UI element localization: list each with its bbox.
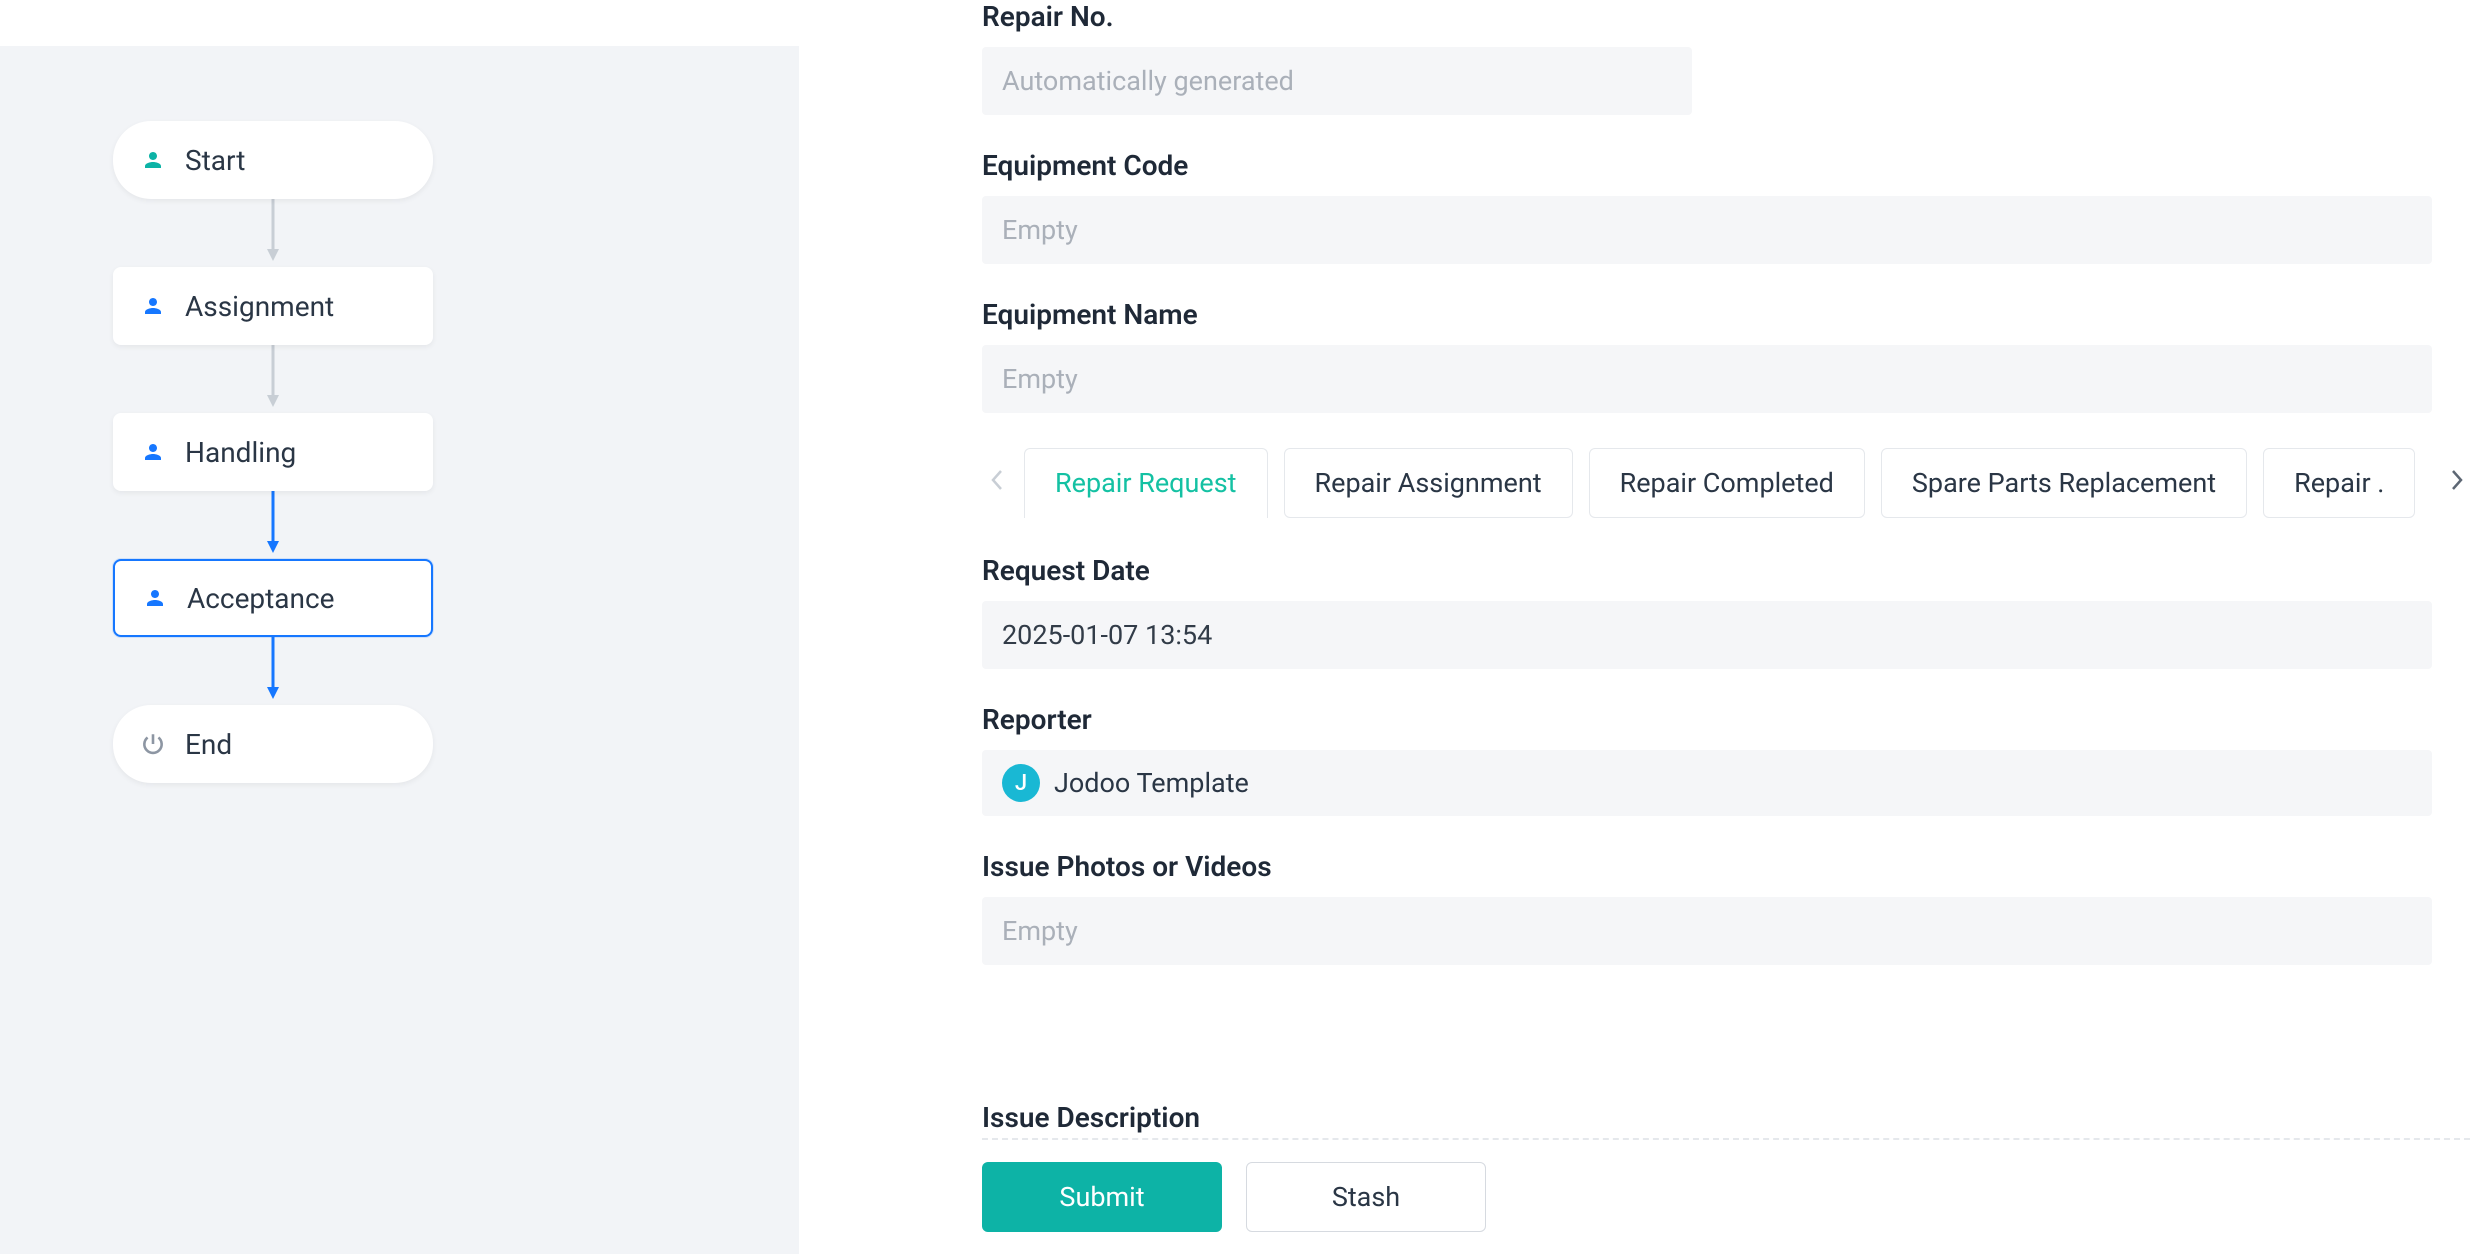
workflow-label: End [185, 728, 232, 761]
workflow-container: Start Assignment Handling [0, 46, 799, 783]
workflow-node-assignment[interactable]: Assignment [113, 267, 433, 345]
top-white-bar [0, 0, 799, 46]
action-bar: Submit Stash [982, 1138, 2470, 1254]
workflow-label: Handling [185, 436, 296, 469]
field-label: Issue Description [982, 1101, 1200, 1134]
power-icon [139, 730, 167, 758]
workflow-arrow [113, 637, 433, 705]
field-request-date: Request Date 2025-01-07 13:54 [982, 554, 2470, 669]
workflow-arrow [113, 345, 433, 413]
field-reporter: Reporter J Jodoo Template [982, 703, 2470, 816]
stash-button[interactable]: Stash [1246, 1162, 1486, 1232]
workflow-label: Acceptance [187, 582, 335, 615]
workflow-label: Assignment [185, 290, 334, 323]
person-icon [139, 438, 167, 466]
reporter-input[interactable]: J Jodoo Template [982, 750, 2432, 816]
workflow-arrow [113, 491, 433, 559]
workflow-node-start[interactable]: Start [113, 121, 433, 199]
workflow-node-handling[interactable]: Handling [113, 413, 433, 491]
reporter-name: Jodoo Template [1054, 767, 1249, 799]
tab-repair-completed[interactable]: Repair Completed [1589, 448, 1865, 518]
field-label: Request Date [982, 554, 2470, 587]
tab-repair-assignment[interactable]: Repair Assignment [1284, 448, 1573, 518]
field-label: Equipment Name [982, 298, 2470, 331]
workflow-label: Start [185, 144, 245, 177]
field-issue-photos: Issue Photos or Videos Empty [982, 850, 2470, 965]
equipment-name-input[interactable]: Empty [982, 345, 2432, 413]
submit-button[interactable]: Submit [982, 1162, 1222, 1232]
person-icon [141, 584, 169, 612]
tab-spare-parts-replacement[interactable]: Spare Parts Replacement [1881, 448, 2247, 518]
tab-repair-request[interactable]: Repair Request [1024, 448, 1268, 518]
tab-repair-more[interactable]: Repair . [2263, 448, 2415, 518]
person-icon [139, 292, 167, 320]
chevron-left-icon[interactable] [982, 468, 1012, 498]
form-panel: Repair No. Automatically generated Equip… [799, 0, 2470, 1254]
field-repair-no: Repair No. Automatically generated [982, 0, 2470, 115]
tabs-row: Repair Request Repair Assignment Repair … [1024, 448, 2442, 518]
avatar: J [1002, 764, 1040, 802]
field-label: Repair No. [982, 0, 2470, 33]
workflow-sidebar: Start Assignment Handling [0, 0, 799, 1254]
request-date-input[interactable]: 2025-01-07 13:54 [982, 601, 2432, 669]
field-label: Issue Photos or Videos [982, 850, 2470, 883]
field-label: Reporter [982, 703, 2470, 736]
person-icon [139, 146, 167, 174]
workflow-node-acceptance[interactable]: Acceptance [113, 559, 433, 637]
workflow-node-end[interactable]: End [113, 705, 433, 783]
field-label: Equipment Code [982, 149, 2470, 182]
field-equipment-code: Equipment Code Empty [982, 149, 2470, 264]
chevron-right-icon[interactable] [2442, 468, 2470, 498]
field-equipment-name: Equipment Name Empty [982, 298, 2470, 413]
repair-no-input[interactable]: Automatically generated [982, 47, 1692, 115]
tabs-bar: Repair Request Repair Assignment Repair … [982, 448, 2442, 518]
issue-photos-input[interactable]: Empty [982, 897, 2432, 965]
workflow-arrow [113, 199, 433, 267]
equipment-code-input[interactable]: Empty [982, 196, 2432, 264]
